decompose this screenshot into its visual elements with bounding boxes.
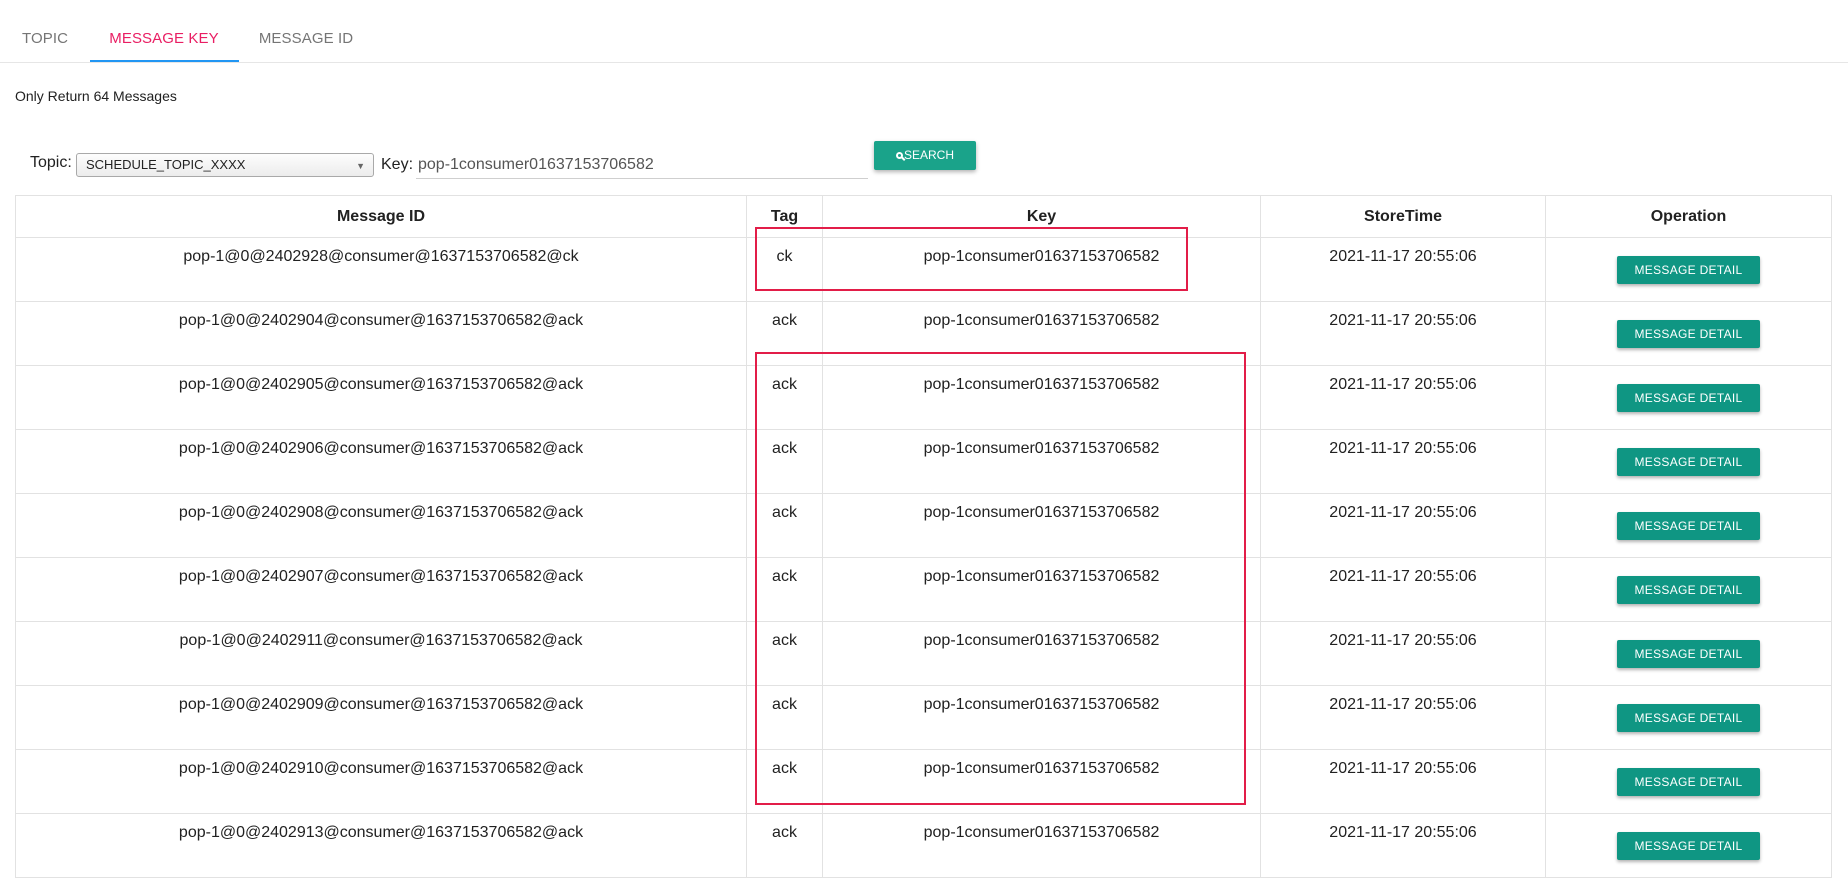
cell-store-time: 2021-11-17 20:55:06	[1260, 429, 1546, 494]
column-header-key: Key	[822, 195, 1261, 238]
tab-active-indicator	[90, 60, 239, 62]
table-row: pop-1@0@2402904@consumer@1637153706582@a…	[15, 301, 1832, 366]
cell-key: pop-1consumer01637153706582	[822, 813, 1261, 878]
cell-key: pop-1consumer01637153706582	[822, 557, 1261, 622]
cell-message-id: pop-1@0@2402913@consumer@1637153706582@a…	[15, 813, 747, 878]
cell-tag: ack	[746, 621, 823, 686]
table-row: pop-1@0@2402928@consumer@1637153706582@c…	[15, 237, 1832, 302]
cell-operation: MESSAGE DETAIL	[1545, 685, 1832, 750]
message-detail-button[interactable]: MESSAGE DETAIL	[1617, 576, 1760, 604]
cell-store-time: 2021-11-17 20:55:06	[1260, 621, 1546, 686]
tab-topic[interactable]: TOPIC	[22, 0, 68, 62]
cell-key: pop-1consumer01637153706582	[822, 365, 1261, 430]
tab-message-key[interactable]: MESSAGE KEY	[90, 0, 238, 62]
message-detail-button[interactable]: MESSAGE DETAIL	[1617, 384, 1760, 412]
cell-operation: MESSAGE DETAIL	[1545, 301, 1832, 366]
cell-key: pop-1consumer01637153706582	[822, 685, 1261, 750]
cell-message-id: pop-1@0@2402907@consumer@1637153706582@a…	[15, 557, 747, 622]
cell-tag: ck	[746, 237, 823, 302]
cell-key: pop-1consumer01637153706582	[822, 621, 1261, 686]
table-row: pop-1@0@2402906@consumer@1637153706582@a…	[15, 429, 1832, 494]
table-row: pop-1@0@2402908@consumer@1637153706582@a…	[15, 493, 1832, 558]
topic-label: Topic:	[30, 154, 72, 171]
cell-tag: ack	[746, 429, 823, 494]
cell-key: pop-1consumer01637153706582	[822, 237, 1261, 302]
cell-key: pop-1consumer01637153706582	[822, 429, 1261, 494]
table-row: pop-1@0@2402909@consumer@1637153706582@a…	[15, 685, 1832, 750]
cell-message-id: pop-1@0@2402911@consumer@1637153706582@a…	[15, 621, 747, 686]
column-header-storetime: StoreTime	[1260, 195, 1546, 238]
cell-store-time: 2021-11-17 20:55:06	[1260, 493, 1546, 558]
message-detail-button[interactable]: MESSAGE DETAIL	[1617, 448, 1760, 476]
message-table: Message ID Tag Key StoreTime Operation p…	[15, 195, 1832, 878]
message-detail-button[interactable]: MESSAGE DETAIL	[1617, 768, 1760, 796]
message-detail-button[interactable]: MESSAGE DETAIL	[1617, 704, 1760, 732]
cell-store-time: 2021-11-17 20:55:06	[1260, 749, 1546, 814]
table-row: pop-1@0@2402905@consumer@1637153706582@a…	[15, 365, 1832, 430]
cell-operation: MESSAGE DETAIL	[1545, 365, 1832, 430]
cell-store-time: 2021-11-17 20:55:06	[1260, 237, 1546, 302]
cell-tag: ack	[746, 493, 823, 558]
cell-operation: MESSAGE DETAIL	[1545, 557, 1832, 622]
cell-key: pop-1consumer01637153706582	[822, 301, 1261, 366]
message-detail-button[interactable]: MESSAGE DETAIL	[1617, 832, 1760, 860]
search-button[interactable]: SEARCH	[874, 141, 976, 170]
message-detail-button[interactable]: MESSAGE DETAIL	[1617, 640, 1760, 668]
cell-message-id: pop-1@0@2402906@consumer@1637153706582@a…	[15, 429, 747, 494]
cell-message-id: pop-1@0@2402908@consumer@1637153706582@a…	[15, 493, 747, 558]
cell-message-id: pop-1@0@2402904@consumer@1637153706582@a…	[15, 301, 747, 366]
cell-store-time: 2021-11-17 20:55:06	[1260, 813, 1546, 878]
cell-message-id: pop-1@0@2402905@consumer@1637153706582@a…	[15, 365, 747, 430]
table-row: pop-1@0@2402907@consumer@1637153706582@a…	[15, 557, 1832, 622]
cell-key: pop-1consumer01637153706582	[822, 493, 1261, 558]
key-label: Key:	[381, 156, 414, 173]
cell-operation: MESSAGE DETAIL	[1545, 429, 1832, 494]
cell-tag: ack	[746, 557, 823, 622]
topic-select-value: SCHEDULE_TOPIC_XXXX	[86, 157, 246, 172]
cell-message-id: pop-1@0@2402909@consumer@1637153706582@a…	[15, 685, 747, 750]
table-row: pop-1@0@2402913@consumer@1637153706582@a…	[15, 813, 1832, 878]
cell-store-time: 2021-11-17 20:55:06	[1260, 685, 1546, 750]
tab-message-id[interactable]: MESSAGE ID	[250, 0, 362, 62]
column-header-tag: Tag	[746, 195, 823, 238]
cell-operation: MESSAGE DETAIL	[1545, 749, 1832, 814]
cell-key: pop-1consumer01637153706582	[822, 749, 1261, 814]
message-detail-button[interactable]: MESSAGE DETAIL	[1617, 512, 1760, 540]
cell-operation: MESSAGE DETAIL	[1545, 237, 1832, 302]
table-row: pop-1@0@2402911@consumer@1637153706582@a…	[15, 621, 1832, 686]
tab-bar: TOPIC MESSAGE KEY MESSAGE ID	[0, 0, 1848, 63]
page: TOPIC MESSAGE KEY MESSAGE ID Only Return…	[0, 0, 1848, 878]
message-detail-button[interactable]: MESSAGE DETAIL	[1617, 256, 1760, 284]
cell-operation: MESSAGE DETAIL	[1545, 621, 1832, 686]
table-row: pop-1@0@2402910@consumer@1637153706582@a…	[15, 749, 1832, 814]
topic-select[interactable]: SCHEDULE_TOPIC_XXXX ▼	[76, 153, 374, 177]
cell-tag: ack	[746, 365, 823, 430]
cell-store-time: 2021-11-17 20:55:06	[1260, 557, 1546, 622]
cell-tag: ack	[746, 813, 823, 878]
cell-tag: ack	[746, 301, 823, 366]
cell-store-time: 2021-11-17 20:55:06	[1260, 365, 1546, 430]
cell-operation: MESSAGE DETAIL	[1545, 813, 1832, 878]
table-header-row: Message ID Tag Key StoreTime Operation	[15, 195, 1832, 238]
message-table-container: Message ID Tag Key StoreTime Operation p…	[15, 195, 1832, 878]
result-limit-note: Only Return 64 Messages	[15, 88, 177, 104]
cell-tag: ack	[746, 685, 823, 750]
column-header-message-id: Message ID	[15, 195, 747, 238]
message-detail-button[interactable]: MESSAGE DETAIL	[1617, 320, 1760, 348]
cell-operation: MESSAGE DETAIL	[1545, 493, 1832, 558]
dropdown-arrow-icon: ▼	[356, 161, 365, 171]
search-icon	[895, 152, 903, 159]
cell-tag: ack	[746, 749, 823, 814]
cell-message-id: pop-1@0@2402928@consumer@1637153706582@c…	[15, 237, 747, 302]
cell-store-time: 2021-11-17 20:55:06	[1260, 301, 1546, 366]
cell-message-id: pop-1@0@2402910@consumer@1637153706582@a…	[15, 749, 747, 814]
search-button-label: SEARCH	[903, 148, 954, 162]
column-header-operation: Operation	[1545, 195, 1832, 238]
key-input[interactable]	[416, 151, 868, 179]
